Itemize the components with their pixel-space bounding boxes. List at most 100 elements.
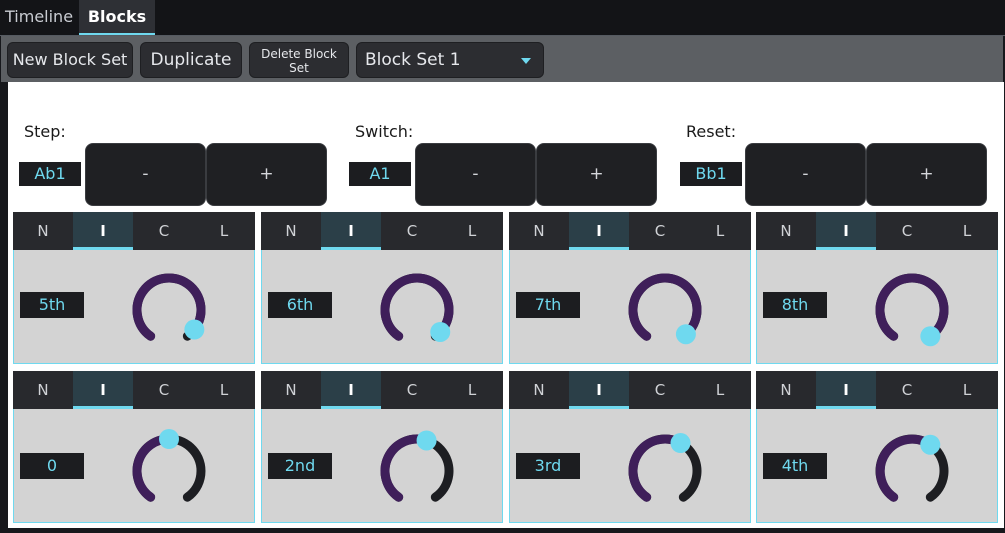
- block-set-select[interactable]: Block Set 1: [356, 42, 544, 78]
- mode-button-n[interactable]: N: [509, 371, 569, 409]
- knob-control[interactable]: [124, 260, 214, 350]
- tab-blocks[interactable]: Blocks: [79, 0, 155, 36]
- mode-button-l[interactable]: L: [194, 371, 254, 409]
- step-label: Step:: [24, 122, 66, 141]
- block-body: 3rd: [509, 409, 751, 523]
- mode-button-i[interactable]: I: [816, 371, 876, 409]
- block-card: N I C L 7th: [509, 212, 751, 364]
- block-interval-label: 0: [20, 453, 84, 479]
- tab-bar: Timeline Blocks: [0, 0, 1005, 36]
- mode-button-n[interactable]: N: [756, 212, 816, 250]
- mode-button-n[interactable]: N: [13, 371, 73, 409]
- mode-button-i[interactable]: I: [321, 212, 381, 250]
- mode-selector: NICL: [261, 371, 503, 409]
- mode-button-n[interactable]: N: [756, 371, 816, 409]
- mode-button-c[interactable]: C: [630, 212, 690, 250]
- new-block-set-button[interactable]: New Block Set: [7, 42, 133, 78]
- toolbar: New Block Set Duplicate Delete Block Set…: [1, 36, 1003, 82]
- block-body: 6th: [261, 250, 503, 364]
- block-body: 4th: [756, 409, 998, 523]
- mode-button-c[interactable]: C: [877, 212, 937, 250]
- mode-button-n[interactable]: N: [13, 212, 73, 250]
- mode-selector: NICL: [756, 212, 998, 250]
- mode-button-l[interactable]: L: [690, 371, 750, 409]
- mode-selector: NICL: [756, 371, 998, 409]
- mode-button-l[interactable]: L: [194, 212, 254, 250]
- block-body: 2nd: [261, 409, 503, 523]
- block-interval-label: 3rd: [516, 453, 580, 479]
- reset-value: Bb1: [680, 162, 742, 186]
- mode-button-l[interactable]: L: [690, 212, 750, 250]
- block-card: N I C L 8th: [756, 212, 998, 364]
- mode-button-l[interactable]: L: [937, 371, 997, 409]
- block-interval-label: 2nd: [268, 453, 332, 479]
- mode-selector: NICL: [13, 212, 255, 250]
- duplicate-button[interactable]: Duplicate: [140, 42, 242, 78]
- block-interval-label: 5th: [20, 292, 84, 318]
- knob-handle: [430, 321, 451, 342]
- knob-control[interactable]: [867, 421, 957, 511]
- block-interval-label: 6th: [268, 292, 332, 318]
- step-value: Ab1: [19, 162, 81, 186]
- knob-handle: [159, 429, 179, 449]
- step-decrement-button[interactable]: -: [85, 143, 206, 206]
- mode-selector: NICL: [261, 212, 503, 250]
- block-body: 7th: [509, 250, 751, 364]
- block-interval-label: 8th: [763, 292, 827, 318]
- app-window: Timeline Blocks New Block Set Duplicate …: [0, 0, 1005, 533]
- mode-button-l[interactable]: L: [442, 212, 502, 250]
- tab-timeline[interactable]: Timeline: [5, 0, 75, 36]
- mode-button-c[interactable]: C: [382, 371, 442, 409]
- block-body: 0: [13, 409, 255, 523]
- knob-handle: [920, 434, 941, 455]
- delete-block-set-button[interactable]: Delete Block Set: [249, 42, 349, 78]
- mode-button-i[interactable]: I: [816, 212, 876, 250]
- block-card: N I C L 3rd: [509, 371, 751, 523]
- block-body: 8th: [756, 250, 998, 364]
- switch-decrement-button[interactable]: -: [415, 143, 536, 206]
- switch-increment-button[interactable]: +: [536, 143, 657, 206]
- block-card: N I C L 2nd: [261, 371, 503, 523]
- mode-button-l[interactable]: L: [937, 212, 997, 250]
- knob-handle: [675, 324, 696, 345]
- block-card: N I C L 5th: [13, 212, 255, 364]
- knob-handle: [416, 430, 437, 451]
- reset-decrement-button[interactable]: -: [745, 143, 866, 206]
- block-card: NICL 0: [13, 371, 255, 523]
- mode-selector: NICL: [509, 212, 751, 250]
- block-card: N I C L 6th: [261, 212, 503, 364]
- knob-handle: [670, 433, 691, 454]
- mode-button-i[interactable]: I: [73, 212, 133, 250]
- chevron-down-icon: [521, 58, 531, 64]
- step-increment-button[interactable]: +: [206, 143, 327, 206]
- mode-button-n[interactable]: N: [261, 371, 321, 409]
- knob-control[interactable]: [372, 421, 462, 511]
- mode-button-c[interactable]: C: [877, 371, 937, 409]
- knob-control[interactable]: [124, 421, 214, 511]
- knob-handle: [184, 319, 205, 340]
- reset-increment-button[interactable]: +: [866, 143, 987, 206]
- reset-label: Reset:: [686, 122, 737, 141]
- mode-selector: NICL: [509, 371, 751, 409]
- switch-value: A1: [349, 162, 411, 186]
- mode-button-c[interactable]: C: [134, 212, 194, 250]
- mode-button-c[interactable]: C: [134, 371, 194, 409]
- mode-button-i[interactable]: I: [569, 212, 629, 250]
- knob-handle: [920, 326, 941, 347]
- mode-button-i[interactable]: I: [321, 371, 381, 409]
- mode-button-n[interactable]: N: [509, 212, 569, 250]
- mode-button-l[interactable]: L: [442, 371, 502, 409]
- block-body: 5th: [13, 250, 255, 364]
- knob-control[interactable]: [867, 260, 957, 350]
- knob-control[interactable]: [620, 421, 710, 511]
- mode-button-i[interactable]: I: [569, 371, 629, 409]
- mode-button-c[interactable]: C: [382, 212, 442, 250]
- knob-control[interactable]: [620, 260, 710, 350]
- block-set-select-value: Block Set 1: [365, 50, 461, 70]
- block-interval-label: 7th: [516, 292, 580, 318]
- mode-button-c[interactable]: C: [630, 371, 690, 409]
- knob-control[interactable]: [372, 260, 462, 350]
- block-interval-label: 4th: [763, 453, 827, 479]
- mode-button-i[interactable]: I: [73, 371, 133, 409]
- mode-button-n[interactable]: N: [261, 212, 321, 250]
